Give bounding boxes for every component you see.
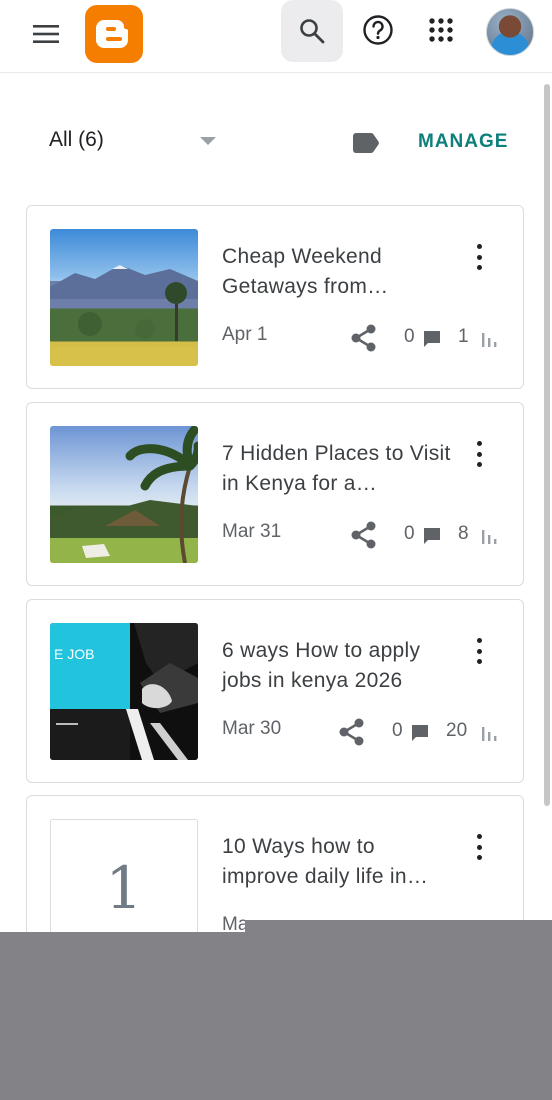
post-card[interactable]: E JOB 6 ways How to apply jobs in kenya … (26, 599, 524, 783)
post-title[interactable]: 7 Hidden Places to Visit in Kenya for a… (222, 439, 452, 499)
more-options-button[interactable] (467, 636, 491, 666)
blogger-logo[interactable] (85, 5, 143, 63)
post-card[interactable]: Cheap Weekend Getaways from… Apr 1 0 1 (26, 205, 524, 389)
more-vert-icon (476, 244, 482, 249)
stats-icon (482, 333, 497, 347)
comment-icon (424, 331, 440, 347)
user-avatar[interactable] (486, 8, 534, 56)
apps-button[interactable] (421, 10, 461, 50)
blogger-logo-icon (96, 20, 128, 48)
apps-grid-icon (429, 18, 453, 42)
top-app-bar (0, 0, 552, 73)
post-filter-dropdown[interactable]: All (6) (49, 128, 104, 152)
comment-icon (424, 528, 440, 544)
more-options-button[interactable] (467, 242, 491, 272)
post-date: Mar 30 (222, 718, 282, 739)
overlay (0, 932, 552, 1100)
overlay (245, 920, 552, 932)
dropdown-arrow-icon[interactable] (200, 137, 216, 145)
more-vert-icon (476, 834, 482, 839)
comment-count: 0 (404, 523, 415, 544)
more-vert-icon (476, 638, 482, 643)
help-button[interactable] (358, 10, 398, 50)
post-thumbnail (50, 229, 198, 366)
post-title[interactable]: Cheap Weekend Getaways from… (222, 242, 452, 302)
search-icon (300, 19, 325, 44)
scrollbar[interactable] (544, 84, 550, 806)
share-icon[interactable] (349, 520, 379, 550)
comment-icon (412, 725, 428, 741)
share-icon[interactable] (337, 717, 367, 747)
post-date: Apr 1 (222, 324, 268, 345)
post-title[interactable]: 10 Ways how to improve daily life in… (222, 832, 452, 892)
post-date: Mar 31 (222, 521, 282, 542)
post-thumbnail: E JOB (50, 623, 198, 760)
stats-icon (482, 530, 497, 544)
manage-button[interactable]: MANAGE (418, 131, 508, 153)
view-count: 8 (458, 523, 469, 544)
more-options-button[interactable] (467, 439, 491, 469)
menu-button[interactable] (28, 16, 64, 52)
stats-icon (482, 727, 497, 741)
search-button[interactable] (281, 0, 343, 62)
post-title[interactable]: 6 ways How to apply jobs in kenya 2026 (222, 636, 452, 696)
view-count: 1 (458, 326, 469, 347)
view-count: 20 (446, 720, 468, 741)
share-icon[interactable] (349, 323, 379, 353)
menu-icon (33, 25, 59, 43)
comment-count: 0 (392, 720, 403, 741)
more-options-button[interactable] (467, 832, 491, 862)
help-icon (363, 15, 393, 45)
thumbnail-text: 1 (105, 853, 143, 922)
comment-count: 0 (404, 326, 415, 347)
post-card[interactable]: 7 Hidden Places to Visit in Kenya for a…… (26, 402, 524, 586)
more-vert-icon (476, 441, 482, 446)
post-thumbnail (50, 426, 198, 563)
label-icon[interactable] (351, 132, 379, 154)
thumbnail-text: E JOB (54, 646, 94, 662)
